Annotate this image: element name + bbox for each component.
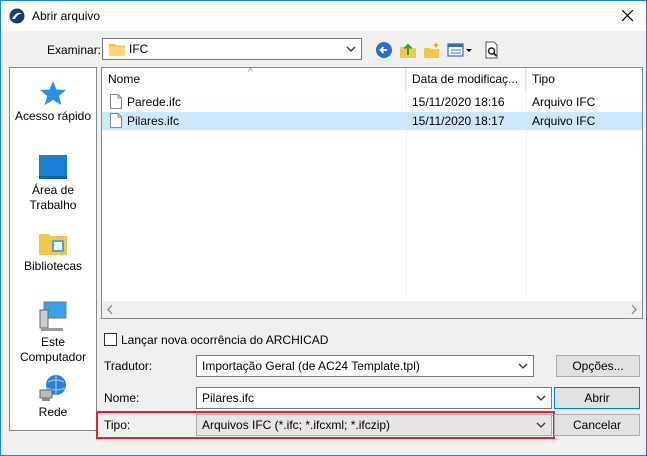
desktop-icon — [39, 155, 67, 179]
libraries-icon — [39, 234, 67, 255]
file-date: 15/11/2020 18:16 — [412, 95, 505, 109]
chevron-down-icon — [536, 422, 546, 428]
file-icon — [110, 94, 122, 109]
close-icon — [622, 10, 633, 21]
column-header-name[interactable]: ^ Nome — [102, 68, 406, 91]
view-menu-button[interactable] — [447, 41, 475, 61]
file-date: 15/11/2020 18:17 — [412, 114, 505, 128]
chevron-right-icon — [631, 304, 637, 315]
place-quick-access[interactable]: Acesso rápido — [10, 80, 96, 124]
sort-ascending-icon: ^ — [248, 68, 253, 78]
filetype-combo[interactable]: Arquivos IFC (*.ifc; *.ifcxml; *.ifczip) — [196, 414, 552, 436]
chevron-down-icon — [518, 363, 528, 369]
new-instance-label[interactable]: Lançar nova ocorrência do ARCHICAD — [121, 333, 328, 347]
filename-label: Nome: — [104, 391, 140, 405]
filename-value: Pilares.ifc — [202, 391, 255, 405]
place-network[interactable]: Rede — [10, 374, 96, 420]
computer-icon — [39, 301, 67, 331]
preview-button[interactable] — [483, 41, 503, 61]
file-type: Arquivo IFC — [532, 95, 596, 109]
up-folder-icon — [400, 43, 416, 58]
places-bar: Acesso rápido Área de Trabalho Bibliotec… — [9, 67, 97, 431]
window-title: Abrir arquivo — [32, 9, 101, 23]
filetype-label: Tipo: — [104, 418, 131, 432]
chevron-down-icon — [536, 395, 546, 401]
folder-icon — [109, 44, 125, 56]
options-button[interactable]: Opções... — [556, 355, 640, 377]
column-header-date[interactable]: Data de modificaç... — [406, 68, 526, 91]
up-folder-button[interactable] — [399, 41, 419, 61]
new-folder-button[interactable] — [423, 41, 443, 61]
back-arrow-icon — [376, 42, 392, 58]
scroll-right-button[interactable] — [625, 301, 642, 318]
location-combo[interactable]: IFC — [102, 38, 362, 60]
new-instance-checkbox[interactable] — [104, 333, 117, 346]
star-icon — [40, 81, 66, 105]
place-this-pc[interactable]: Este Computador — [10, 300, 96, 365]
scroll-left-button[interactable] — [102, 301, 119, 318]
filetype-value: Arquivos IFC (*.ifc; *.ifcxml; *.ifczip) — [202, 418, 391, 432]
place-libraries[interactable]: Bibliotecas — [10, 230, 96, 274]
file-row[interactable]: Parede.ifc 15/11/2020 18:16 Arquivo IFC — [102, 93, 642, 111]
translator-combo[interactable]: Importação Geral (de AC24 Template.tpl) — [196, 355, 534, 377]
location-value: IFC — [129, 42, 149, 56]
column-header-type[interactable]: Tipo — [526, 68, 642, 91]
translator-value: Importação Geral (de AC24 Template.tpl) — [202, 359, 420, 373]
filename-input[interactable]: Pilares.ifc — [196, 387, 552, 409]
archicad-app-icon — [9, 8, 25, 24]
preview-magnifier-icon — [485, 41, 498, 59]
place-label: Este Computador — [19, 335, 87, 364]
place-label: Área de Trabalho — [29, 183, 77, 212]
place-label: Rede — [38, 405, 68, 419]
file-type: Arquivo IFC — [532, 114, 596, 128]
chevron-down-icon — [346, 46, 356, 52]
view-list-icon — [447, 43, 472, 57]
file-name: Parede.ifc — [127, 95, 182, 109]
close-button[interactable] — [610, 1, 646, 31]
file-icon — [110, 113, 122, 128]
place-label: Bibliotecas — [23, 259, 83, 273]
new-folder-icon — [424, 42, 440, 58]
file-list[interactable]: ^ Nome Data de modificaç... Tipo Parede.… — [101, 67, 643, 319]
network-icon — [39, 375, 66, 401]
file-row-selected[interactable]: Pilares.ifc 15/11/2020 18:17 Arquivo IFC — [102, 112, 642, 130]
back-button[interactable] — [375, 41, 395, 61]
place-label: Acesso rápido — [14, 109, 92, 123]
open-file-dialog: Abrir arquivo Examinar: IFC Acesso rápid… — [0, 0, 647, 456]
translator-label: Tradutor: — [104, 359, 153, 373]
place-desktop[interactable]: Área de Trabalho — [10, 154, 96, 213]
open-button[interactable]: Abrir — [554, 387, 640, 409]
chevron-left-icon — [107, 304, 113, 315]
cancel-button[interactable]: Cancelar — [554, 414, 640, 436]
file-name: Pilares.ifc — [127, 114, 180, 128]
location-label: Examinar: — [47, 43, 102, 57]
horizontal-scrollbar[interactable] — [102, 301, 642, 318]
title-bar[interactable]: Abrir arquivo — [1, 1, 646, 31]
scroll-track[interactable] — [119, 302, 622, 317]
